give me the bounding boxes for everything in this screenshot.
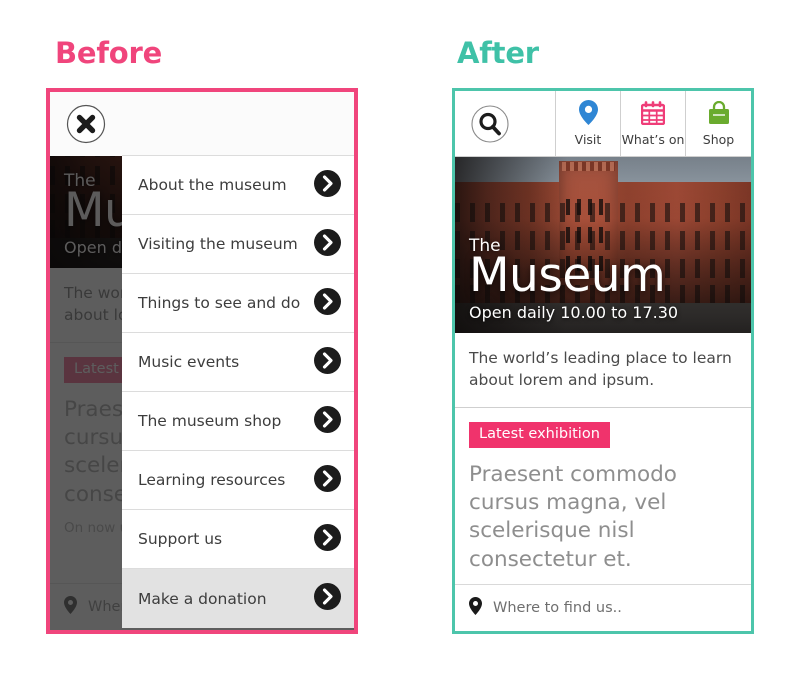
menu-header [50,92,354,156]
hero-text-block: The Museum Open daily 10.00 to 17.30 [469,236,679,324]
nav-button-visit[interactable]: Visit [556,91,621,156]
chevron-right-circle-icon [314,169,341,201]
chevron-right-circle-icon [314,523,341,551]
chevron-right-circle-icon [314,583,341,610]
chevron-right-circle-icon [314,523,341,555]
slide-over-menu: About the museum Visiting the museum Thi… [50,92,354,628]
after-section-title: After [457,36,539,70]
close-x-icon [66,104,106,144]
hero-title: Museum [469,248,666,304]
chevron-right-circle-icon [314,464,341,496]
menu-item-label: The museum shop [138,412,282,430]
chevron-right-circle-icon [314,228,341,260]
intro-blurb: The world’s leading place to learn about… [455,333,751,408]
menu-item-learning-resources[interactable]: Learning resources [122,451,354,510]
menu-item-the-museum-shop[interactable]: The museum shop [122,392,354,451]
search-icon [471,104,509,143]
menu-item-music-events[interactable]: Music events [122,333,354,392]
hero-opening-hours: Open daily 10.00 to 17.30 [469,303,679,322]
menu-item-label: Things to see and do [138,294,301,312]
chevron-right-circle-icon [314,405,341,437]
nav-button-label: Visit [574,132,602,147]
before-phone-mockup: The Museum Open daily 10.00 to 17.30 The… [46,88,358,634]
location-pin-icon [64,596,77,618]
menu-item-label: Support us [138,530,223,548]
exhibition-title: Praesent commodo cursus magna, vel scele… [469,461,677,572]
chevron-right-circle-icon [314,583,341,614]
chevron-right-circle-icon [314,287,341,315]
location-pin-icon [578,100,598,129]
chevron-right-circle-icon [314,346,341,374]
menu-item-make-a-donation[interactable]: Make a donation [122,569,354,628]
menu-item-support-us[interactable]: Support us [122,510,354,569]
close-menu-button[interactable] [50,92,122,156]
nav-button-label: What’s on [621,131,685,147]
chevron-right-circle-icon [314,464,341,492]
find-us-row[interactable]: Where to find us.. [455,584,751,631]
chevron-right-circle-icon [314,287,341,319]
latest-exhibition-badge: Latest exhibition [469,422,610,448]
menu-item-label: Make a donation [138,589,267,608]
hero-banner: The Museum Open daily 10.00 to 17.30 [455,157,751,333]
menu-item-things-to-see-and-do[interactable]: Things to see and do [122,274,354,333]
menu-item-label: Visiting the museum [138,235,298,253]
menu-item-about-the-museum[interactable]: About the museum [122,156,354,215]
chevron-right-circle-icon [314,346,341,378]
menu-item-label: About the museum [138,176,287,194]
nav-button-label: Shop [702,131,735,147]
shopping-bag-icon [707,100,731,129]
chevron-right-circle-icon [314,228,341,256]
menu-item-label: Learning resources [138,471,286,489]
chevron-right-circle-icon [314,169,341,197]
chevron-right-circle-icon [314,405,341,433]
search-button[interactable] [455,91,556,156]
location-pin-icon [469,597,482,619]
nav-button-shop[interactable]: Shop [686,91,751,156]
nav-button-what-s-on[interactable]: What’s on [621,91,686,156]
after-phone-mockup: Visit What’s on Shop The Museum Open dai… [452,88,754,634]
menu-item-visiting-the-museum[interactable]: Visiting the museum [122,215,354,274]
before-section-title: Before [55,36,163,70]
top-navigation-bar: Visit What’s on Shop [455,91,751,157]
latest-exhibition-block: Latest exhibition Praesent commodo cursu… [455,408,751,613]
find-us-label: Where to find us.. [493,600,622,616]
menu-item-label: Music events [138,353,240,371]
calendar-icon [640,100,666,129]
